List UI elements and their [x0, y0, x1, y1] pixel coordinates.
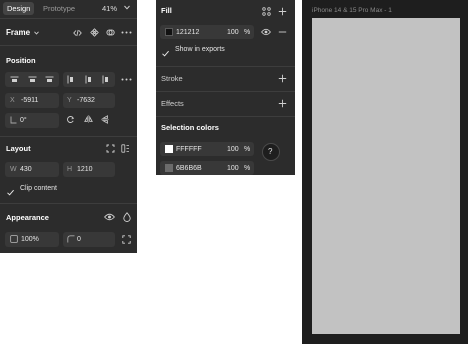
selection-color-percent: %	[244, 165, 251, 172]
eye-icon[interactable]	[261, 28, 271, 36]
flip-vertical-icon[interactable]	[101, 115, 110, 124]
blend-mode-icon[interactable]	[123, 212, 131, 222]
more-icon[interactable]	[121, 31, 132, 34]
selection-color-hex: 6B6B6B	[176, 165, 202, 172]
layout-settings-icon[interactable]	[121, 144, 130, 153]
selection-color-hex: FFFFFF	[176, 146, 202, 153]
y-label: Y	[67, 97, 72, 104]
position-section-title: Position	[6, 56, 36, 65]
fill-hex-value: 121212	[176, 29, 200, 36]
code-icon[interactable]	[73, 29, 82, 37]
opacity-icon	[10, 235, 18, 243]
divider	[0, 203, 137, 204]
canvas[interactable]: iPhone 14 & 15 Pro Max - 1	[302, 0, 468, 344]
x-label: X	[10, 97, 15, 104]
mask-icon[interactable]	[106, 28, 115, 37]
fill-color-input[interactable]	[160, 25, 254, 39]
resize-to-fit-icon[interactable]	[106, 144, 115, 153]
width-value: 430	[20, 166, 32, 173]
x-value: -5911	[21, 97, 39, 104]
frame-type-label[interactable]: Frame	[6, 29, 30, 37]
selection-colors-title: Selection colors	[161, 123, 219, 132]
effects-section-title: Effects	[161, 99, 184, 108]
rotate-icon[interactable]	[66, 115, 75, 124]
show-in-exports-checkbox[interactable]	[161, 45, 170, 57]
independent-corners-icon[interactable]	[122, 235, 131, 244]
divider	[156, 116, 295, 117]
flip-horizontal-icon[interactable]	[84, 115, 93, 124]
iphone-frame[interactable]	[312, 18, 460, 334]
stroke-section-title: Stroke	[161, 74, 183, 83]
rotation-angle-icon	[10, 116, 17, 124]
remove-fill-icon[interactable]	[278, 31, 287, 33]
height-value: 1210	[77, 166, 93, 173]
align-right-icon[interactable]	[45, 76, 54, 83]
corner-radius-icon	[67, 235, 75, 243]
divider	[0, 18, 137, 19]
help-button[interactable]: ?	[262, 143, 280, 161]
appearance-section-title: Appearance	[6, 213, 49, 222]
more-icon[interactable]	[121, 78, 132, 81]
style-grid-icon[interactable]	[262, 7, 271, 16]
design-panel: Design Prototype 41% Frame Position X -5…	[0, 0, 137, 253]
show-in-exports-label: Show in exports	[175, 46, 225, 53]
align-middle-vertical-icon[interactable]	[85, 75, 93, 84]
align-top-icon[interactable]	[67, 75, 75, 84]
selection-color-row[interactable]	[160, 161, 254, 175]
selection-color-swatch[interactable]	[165, 145, 173, 153]
add-stroke-icon[interactable]	[278, 74, 287, 83]
add-effect-icon[interactable]	[278, 99, 287, 108]
component-icon[interactable]	[90, 28, 99, 37]
selection-color-row[interactable]	[160, 142, 254, 156]
clip-content-label: Clip content	[20, 185, 57, 192]
selection-color-opacity: 100	[227, 146, 239, 153]
rotation-value: 0°	[20, 117, 27, 124]
frame-name-label[interactable]: iPhone 14 & 15 Pro Max - 1	[312, 7, 392, 15]
align-center-horizontal-icon[interactable]	[28, 76, 37, 83]
fill-percent-sign: %	[244, 29, 251, 36]
help-label: ?	[268, 147, 273, 156]
corner-radius-value: 0	[77, 236, 81, 243]
zoom-level[interactable]: 41%	[102, 4, 117, 13]
divider	[0, 45, 137, 46]
selection-color-opacity: 100	[227, 165, 239, 172]
align-bottom-icon[interactable]	[102, 75, 110, 84]
align-left-icon[interactable]	[10, 76, 19, 83]
divider	[156, 66, 295, 67]
divider	[156, 91, 295, 92]
layout-section-title: Layout	[6, 144, 31, 153]
opacity-value: 100%	[21, 236, 39, 243]
clip-content-checkbox[interactable]	[6, 184, 15, 196]
y-value: -7632	[77, 97, 95, 104]
eye-icon[interactable]	[104, 213, 115, 221]
tab-prototype[interactable]: Prototype	[43, 4, 75, 13]
tab-design-label: Design	[7, 3, 31, 13]
chevron-down-icon[interactable]	[34, 31, 39, 35]
add-fill-icon[interactable]	[278, 7, 287, 16]
fill-color-swatch[interactable]	[165, 28, 173, 36]
selection-color-percent: %	[244, 146, 251, 153]
fill-panel: Fill 121212 100 % Show in exports Stroke…	[156, 0, 295, 175]
chevron-down-icon[interactable]	[124, 5, 130, 10]
selection-color-swatch[interactable]	[165, 164, 173, 172]
w-label: W	[10, 166, 17, 173]
fill-opacity-value: 100	[227, 29, 239, 36]
divider	[0, 136, 137, 137]
h-label: H	[67, 166, 73, 173]
fill-section-title: Fill	[161, 6, 172, 15]
